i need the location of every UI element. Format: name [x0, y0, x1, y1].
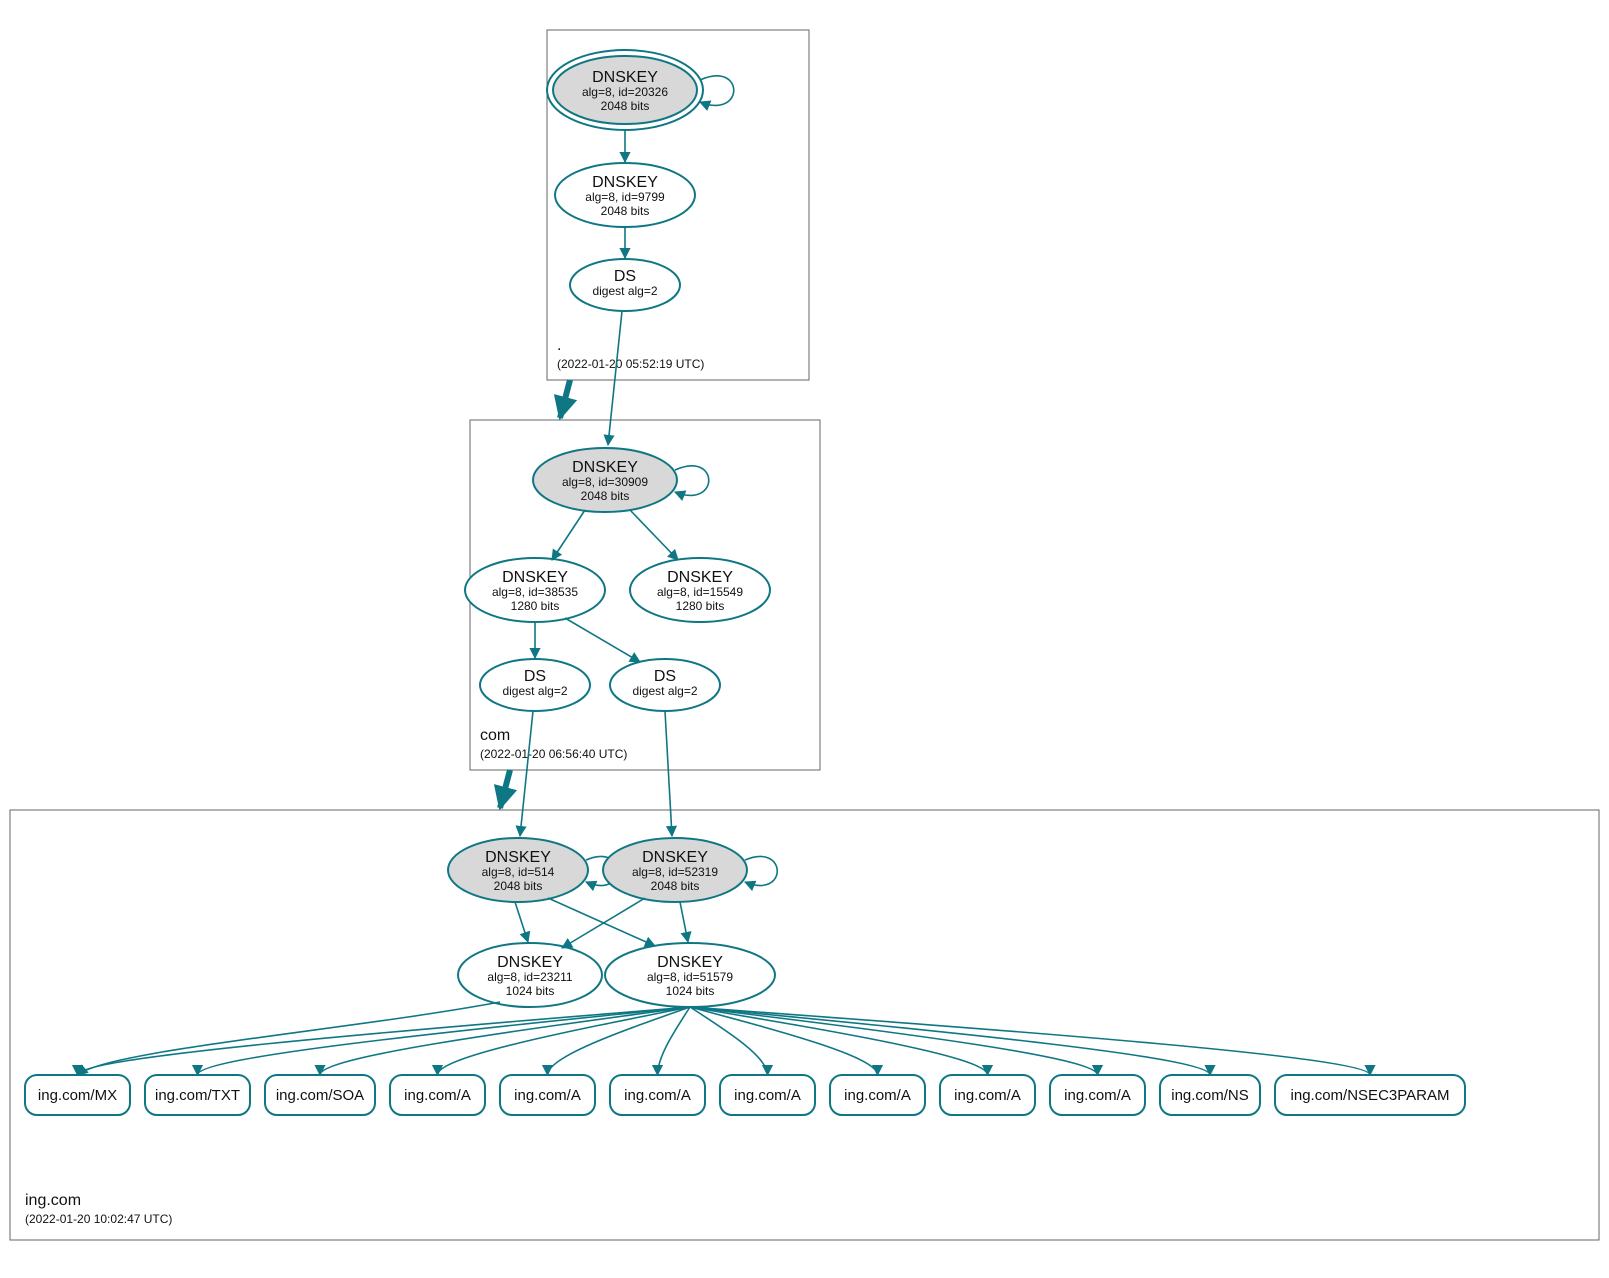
node-com-ksk: DNSKEY alg=8, id=30909 2048 bits — [533, 448, 677, 512]
zone-com-label: com — [480, 727, 510, 744]
edge-com-zsk1-to-ds2 — [565, 618, 640, 662]
svg-text:DS: DS — [614, 268, 636, 285]
edge-dom-zsk2-to-leaf — [690, 1007, 988, 1075]
svg-text:alg=8, id=51579: alg=8, id=51579 — [647, 970, 733, 984]
svg-text:2048 bits: 2048 bits — [601, 99, 650, 113]
node-com-ds1: DS digest alg=2 — [480, 659, 590, 711]
edge-com-ds2-to-dom-ksk2 — [665, 711, 672, 836]
edge-dom-ksk1-to-zsk2 — [548, 898, 655, 946]
leaf-rrset-label: ing.com/TXT — [155, 1087, 240, 1104]
svg-text:2048 bits: 2048 bits — [494, 879, 543, 893]
svg-text:alg=8, id=38535: alg=8, id=38535 — [492, 585, 578, 599]
svg-text:2048 bits: 2048 bits — [651, 879, 700, 893]
edge-com-ksk-selfloop — [675, 466, 709, 496]
leaf-rrset-label: ing.com/A — [404, 1087, 471, 1104]
svg-text:DS: DS — [524, 668, 546, 685]
svg-text:2048 bits: 2048 bits — [581, 489, 630, 503]
node-dom-zsk1: DNSKEY alg=8, id=23211 1024 bits — [458, 943, 602, 1007]
edge-com-ksk-to-zsk2 — [630, 510, 678, 560]
node-dom-ksk1: DNSKEY alg=8, id=514 2048 bits — [448, 838, 588, 902]
svg-text:digest alg=2: digest alg=2 — [592, 284, 657, 298]
svg-text:1280 bits: 1280 bits — [676, 599, 725, 613]
node-dom-ksk2: DNSKEY alg=8, id=52319 2048 bits — [603, 838, 747, 902]
svg-text:digest alg=2: digest alg=2 — [502, 684, 567, 698]
node-root-ds: DS digest alg=2 — [570, 259, 680, 311]
node-root-zsk: DNSKEY alg=8, id=9799 2048 bits — [555, 163, 695, 227]
zone-root-label: . — [557, 337, 561, 354]
edge-dom-zsk1-to-leaf-mx — [78, 1002, 501, 1075]
svg-text:1024 bits: 1024 bits — [666, 984, 715, 998]
leaf-rrset-label: ing.com/A — [954, 1087, 1021, 1104]
zone-domain-box — [10, 810, 1599, 1240]
edge-com-to-domain-delegation — [500, 770, 510, 808]
svg-text:DNSKEY: DNSKEY — [592, 69, 658, 86]
svg-text:DNSKEY: DNSKEY — [667, 569, 733, 586]
svg-text:alg=8, id=514: alg=8, id=514 — [482, 865, 555, 879]
edge-com-ds1-to-dom-ksk1 — [520, 711, 533, 836]
svg-text:alg=8, id=23211: alg=8, id=23211 — [487, 970, 573, 984]
svg-text:2048 bits: 2048 bits — [601, 204, 650, 218]
zone-domain-ts: (2022-01-20 10:02:47 UTC) — [25, 1212, 172, 1226]
svg-text:DS: DS — [654, 668, 676, 685]
edge-com-ksk-to-zsk1 — [552, 510, 585, 560]
zone-domain-label: ing.com — [25, 1192, 81, 1209]
node-com-ds2: DS digest alg=2 — [610, 659, 720, 711]
edge-dom-ksk1-to-zsk1 — [515, 902, 528, 942]
svg-text:1280 bits: 1280 bits — [511, 599, 560, 613]
svg-text:alg=8, id=9799: alg=8, id=9799 — [585, 190, 665, 204]
edge-root-ksk-selfloop — [700, 76, 734, 106]
edge-dom-ksk2-selfloop — [745, 856, 777, 885]
leaf-rrset-label: ing.com/A — [514, 1087, 581, 1104]
zone-com-ts: (2022-01-20 06:56:40 UTC) — [480, 747, 627, 761]
leaf-rrset-label: ing.com/NSEC3PARAM — [1291, 1087, 1450, 1104]
edge-root-ds-to-com-ksk — [608, 311, 622, 445]
zone-root-ts: (2022-01-20 05:52:19 UTC) — [557, 357, 704, 371]
svg-text:alg=8, id=20326: alg=8, id=20326 — [582, 85, 668, 99]
svg-text:DNSKEY: DNSKEY — [485, 849, 551, 866]
edge-dom-ksk2-to-zsk1 — [562, 898, 645, 948]
svg-text:DNSKEY: DNSKEY — [502, 569, 568, 586]
leaf-rrset-label: ing.com/NS — [1171, 1087, 1249, 1104]
leaf-rrset-label: ing.com/A — [844, 1087, 911, 1104]
svg-text:DNSKEY: DNSKEY — [657, 954, 723, 971]
svg-text:DNSKEY: DNSKEY — [497, 954, 563, 971]
dnssec-graph: . (2022-01-20 05:52:19 UTC) com (2022-01… — [0, 0, 1609, 1278]
leaf-rrset-label: ing.com/A — [734, 1087, 801, 1104]
edge-dom-zsk2-to-leaf — [690, 1007, 878, 1075]
leaf-rrset-label: ing.com/A — [1064, 1087, 1131, 1104]
svg-text:alg=8, id=30909: alg=8, id=30909 — [562, 475, 648, 489]
edge-root-to-com-delegation — [560, 380, 570, 418]
svg-text:digest alg=2: digest alg=2 — [632, 684, 697, 698]
svg-text:1024 bits: 1024 bits — [506, 984, 555, 998]
leaf-rrset-label: ing.com/A — [624, 1087, 691, 1104]
svg-text:alg=8, id=52319: alg=8, id=52319 — [632, 865, 718, 879]
node-root-ksk: DNSKEY alg=8, id=20326 2048 bits — [547, 50, 703, 130]
svg-text:DNSKEY: DNSKEY — [642, 849, 708, 866]
edge-dom-ksk2-to-zsk2 — [680, 902, 688, 942]
svg-text:alg=8, id=15549: alg=8, id=15549 — [657, 585, 743, 599]
svg-text:DNSKEY: DNSKEY — [592, 174, 658, 191]
node-com-zsk1: DNSKEY alg=8, id=38535 1280 bits — [465, 558, 605, 622]
leaf-rrset-label: ing.com/MX — [38, 1087, 117, 1104]
leaf-rrset-label: ing.com/SOA — [276, 1087, 364, 1104]
svg-text:DNSKEY: DNSKEY — [572, 459, 638, 476]
leaf-row: ing.com/MX ing.com/TXT ing.com/SOA ing.com/… — [25, 1075, 1465, 1115]
node-dom-zsk2: DNSKEY alg=8, id=51579 1024 bits — [605, 943, 775, 1007]
node-com-zsk2: DNSKEY alg=8, id=15549 1280 bits — [630, 558, 770, 622]
